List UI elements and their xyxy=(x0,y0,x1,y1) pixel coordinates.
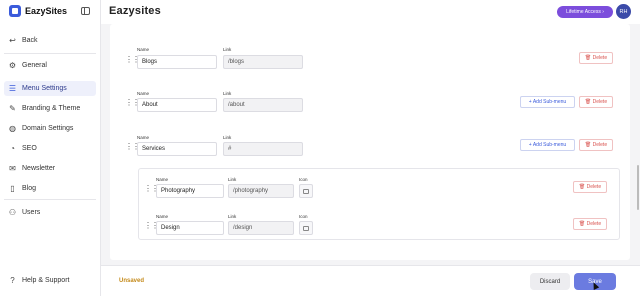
name-label: Name xyxy=(156,177,169,182)
discard-button[interactable]: Discard xyxy=(530,273,570,290)
seo-icon: ◔ xyxy=(10,144,15,153)
app-name: EazySites xyxy=(25,6,68,16)
menu-link-input[interactable]: /blogs xyxy=(223,55,303,69)
submenu-link-input[interactable]: /photography xyxy=(228,184,294,198)
trash-icon: 🗑 xyxy=(584,142,592,148)
icon-picker[interactable] xyxy=(299,221,313,235)
add-submenu-button[interactable]: + Add Sub-menu xyxy=(520,96,575,108)
delete-button[interactable]: 🗑 Delete xyxy=(579,96,613,108)
sidebar-item-label: Newsletter xyxy=(22,165,56,172)
delete-label: Delete xyxy=(586,184,602,190)
sidebar: EazySites ↩ Back ⚙ General ☰ Menu Settin… xyxy=(0,0,101,296)
name-label: Name xyxy=(156,214,169,219)
help-icon: ? xyxy=(10,276,15,285)
image-icon xyxy=(303,188,309,194)
scrollbar[interactable] xyxy=(637,165,639,210)
delete-button[interactable]: 🗑 Delete xyxy=(573,181,607,193)
sidebar-item-label: Domain Settings xyxy=(22,125,74,132)
link-label: Link xyxy=(223,91,232,96)
gear-icon: ⚙ xyxy=(8,61,17,70)
link-label: Link xyxy=(223,47,232,52)
menu-name-input[interactable]: Blogs xyxy=(137,55,217,69)
menu-name-input[interactable]: About xyxy=(137,98,217,112)
sidebar-item-label: SEO xyxy=(22,145,37,152)
top-bar: Eazysites Lifetime Access › RH xyxy=(101,0,640,24)
delete-label: Delete xyxy=(586,221,602,227)
sidebar-item-label: Blog xyxy=(22,185,37,192)
delete-button[interactable]: 🗑 Delete xyxy=(579,139,613,151)
menu-link-input[interactable]: # xyxy=(223,142,303,156)
link-label: Link xyxy=(228,214,237,219)
sidebar-item-branding[interactable]: ✎ Branding & Theme xyxy=(4,101,96,116)
name-label: Name xyxy=(137,135,150,140)
icon-picker[interactable] xyxy=(299,184,313,198)
menu-name-input[interactable]: Services xyxy=(137,142,217,156)
image-icon xyxy=(303,225,309,231)
delete-label: Delete xyxy=(592,99,608,105)
lifetime-access-badge[interactable]: Lifetime Access › xyxy=(557,6,613,18)
back-arrow-icon: ↩ xyxy=(9,36,16,45)
sidebar-item-domain[interactable]: ◍ Domain Settings xyxy=(4,121,96,136)
help-support-link[interactable]: ? Help & Support xyxy=(4,273,96,288)
sidebar-toggle-icon[interactable] xyxy=(81,7,90,15)
link-label: Link xyxy=(223,135,232,140)
sidebar-item-seo[interactable]: ◔ SEO xyxy=(4,141,96,156)
trash-icon: 🗑 xyxy=(578,184,586,190)
newsletter-icon: ✉ xyxy=(9,164,16,173)
footer-bar: Unsaved Discard Save xyxy=(101,265,640,296)
users-icon: ⚇ xyxy=(8,208,17,217)
name-label: Name xyxy=(137,91,150,96)
brush-icon: ✎ xyxy=(9,104,16,113)
page-title: Eazysites xyxy=(109,5,161,17)
book-icon: ▯ xyxy=(10,184,15,193)
sidebar-item-newsletter[interactable]: ✉ Newsletter xyxy=(4,161,96,176)
icon-label: Icon xyxy=(299,214,308,219)
sidebar-item-menu-settings[interactable]: ☰ Menu Settings xyxy=(4,81,96,96)
add-submenu-button[interactable]: + Add Sub-menu xyxy=(520,139,575,151)
sidebar-item-label: Menu Settings xyxy=(22,85,67,92)
sidebar-item-blog[interactable]: ▯ Blog xyxy=(4,181,96,196)
delete-label: Delete xyxy=(592,55,608,61)
icon-label: Icon xyxy=(299,177,308,182)
divider xyxy=(4,199,96,200)
delete-button[interactable]: 🗑 Delete xyxy=(579,52,613,64)
menu-icon: ☰ xyxy=(8,84,17,93)
app-logo[interactable]: EazySites xyxy=(9,5,67,17)
link-label: Link xyxy=(228,177,237,182)
menu-link-input[interactable]: /about xyxy=(223,98,303,112)
submenu-name-input[interactable]: Design xyxy=(156,221,224,235)
unsaved-status: Unsaved xyxy=(119,278,145,284)
trash-icon: 🗑 xyxy=(578,221,586,227)
help-label: Help & Support xyxy=(22,277,70,284)
sidebar-item-users[interactable]: ⚇ Users xyxy=(4,205,96,220)
sidebar-item-general[interactable]: ⚙ General xyxy=(4,58,96,73)
sidebar-item-label: Branding & Theme xyxy=(22,105,81,112)
trash-icon: 🗑 xyxy=(584,55,592,61)
avatar[interactable]: RH xyxy=(616,4,631,19)
sidebar-item-label: General xyxy=(22,62,47,69)
delete-button[interactable]: 🗑 Delete xyxy=(573,218,607,230)
back-button[interactable]: ↩ Back xyxy=(4,33,96,48)
delete-label: Delete xyxy=(592,142,608,148)
globe-icon: ◍ xyxy=(9,124,16,133)
name-label: Name xyxy=(137,47,150,52)
logo-icon xyxy=(9,5,21,17)
back-label: Back xyxy=(22,37,38,44)
sidebar-item-label: Users xyxy=(22,209,41,216)
divider xyxy=(4,53,96,54)
trash-icon: 🗑 xyxy=(584,99,592,105)
submenu-link-input[interactable]: /design xyxy=(228,221,294,235)
submenu-name-input[interactable]: Photography xyxy=(156,184,224,198)
